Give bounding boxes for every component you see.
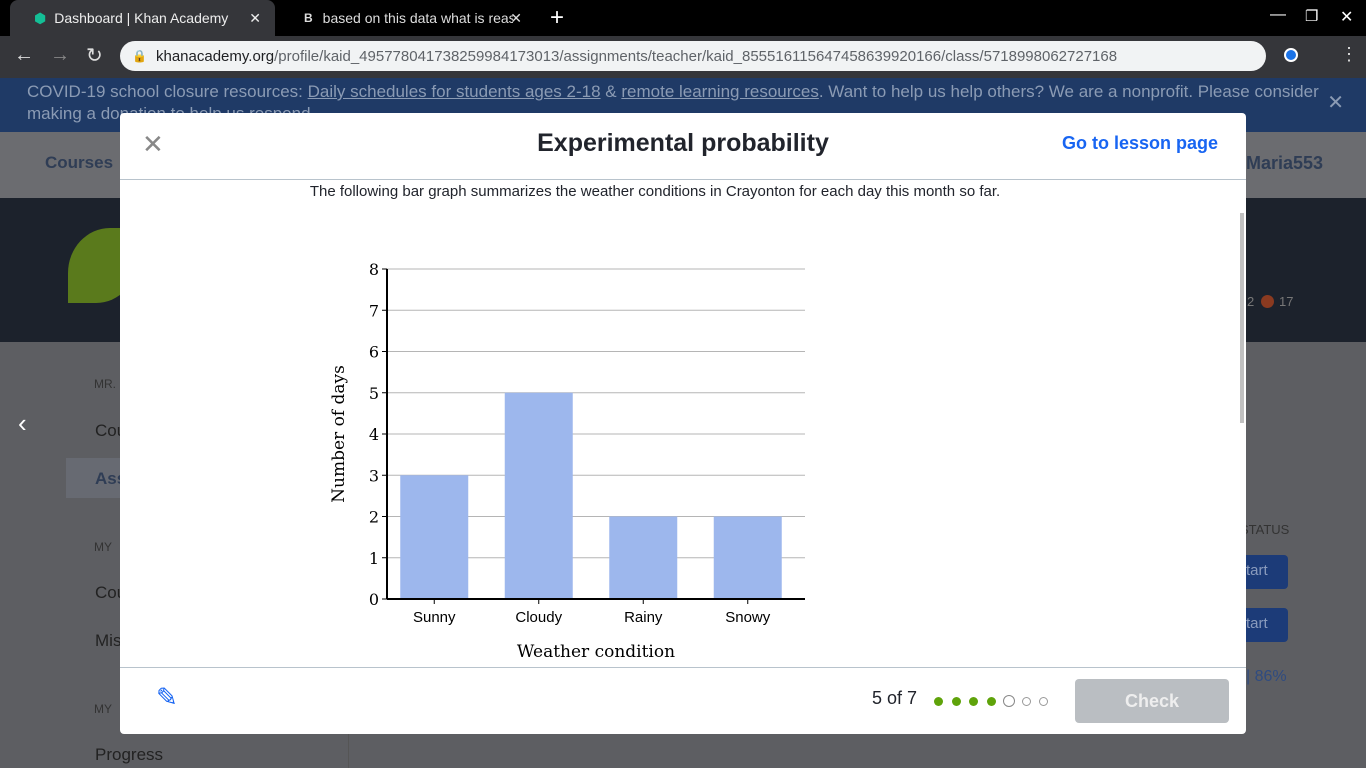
score: | 86%	[1246, 668, 1287, 685]
remote-learning-link[interactable]: remote learning resources	[621, 82, 818, 101]
start-button[interactable]: tart	[1240, 608, 1288, 642]
progress-dot-complete	[934, 697, 943, 706]
close-window-icon[interactable]: ✕	[1340, 7, 1353, 27]
tab-title: Dashboard | Khan Academy	[54, 10, 229, 26]
y-tick-label: 7	[369, 301, 379, 320]
y-tick-label: 3	[369, 466, 379, 485]
user-menu[interactable]: Maria553	[1246, 153, 1323, 174]
y-tick-label: 5	[369, 384, 379, 403]
sidebar-heading: MR.	[94, 377, 116, 391]
y-axis-label: Number of days	[329, 365, 349, 503]
scratchpad-icon[interactable]: ✎	[156, 682, 178, 713]
url-path: /profile/kaid_495778041738259984173013/a…	[274, 47, 1118, 65]
progress-dot-pending	[1039, 697, 1048, 706]
forward-icon[interactable]: →	[50, 44, 70, 67]
banner-text: COVID-19 school closure resources:	[27, 82, 308, 101]
close-tab-icon[interactable]: ✕	[510, 10, 522, 27]
url-domain: khanacademy.org	[156, 47, 275, 65]
progress-dot-current	[1002, 695, 1015, 707]
progress-count: 5 of 7	[872, 688, 918, 708]
chevron-left-icon[interactable]: ‹	[18, 408, 27, 439]
banner-text: &	[600, 82, 622, 101]
brainly-icon: B	[304, 11, 313, 25]
khan-logo-icon: ⬢	[34, 9, 47, 26]
x-tick-label: Sunny	[413, 609, 456, 626]
exercise-modal: ✕ Experimental probability Go to lesson …	[120, 113, 1246, 734]
streak-icon	[1261, 295, 1274, 308]
browser-tab-bar: ⬢ Dashboard | Khan Academy ✕ B based on …	[0, 0, 1366, 36]
profile-icon[interactable]	[1284, 48, 1298, 62]
y-tick-label: 0	[369, 590, 379, 609]
sidebar-heading: MY	[94, 540, 112, 554]
url-field[interactable]: 🔒 khanacademy.org/profile/kaid_495778041…	[120, 41, 1266, 71]
x-tick-label: Rainy	[624, 609, 663, 626]
y-tick-label: 2	[369, 508, 379, 527]
reload-icon[interactable]: ↻	[86, 43, 103, 68]
bar-snowy	[713, 516, 782, 599]
tab-dashboard[interactable]: ⬢ Dashboard | Khan Academy ✕	[10, 0, 275, 36]
tab-brainly[interactable]: B based on this data what is reaso ✕	[280, 0, 530, 36]
x-axis-label: Weather condition	[517, 642, 675, 662]
back-icon[interactable]: ←	[14, 44, 34, 67]
y-tick-label: 8	[369, 260, 379, 279]
y-tick-label: 6	[369, 343, 379, 362]
modal-footer: ✎ 5 of 7 Check	[120, 667, 1246, 734]
y-tick-label: 4	[369, 425, 379, 444]
new-tab-icon[interactable]: +	[550, 4, 564, 32]
x-tick-label: Cloudy	[515, 609, 562, 626]
sidebar-item[interactable]: Mis	[95, 631, 121, 651]
streak-count: 17	[1279, 294, 1294, 309]
minimize-icon[interactable]: —	[1270, 6, 1286, 24]
progress-dot-complete	[969, 697, 978, 706]
start-button[interactable]: tart	[1240, 555, 1288, 589]
lock-icon: 🔒	[132, 49, 147, 63]
close-banner-icon[interactable]: ✕	[1327, 92, 1344, 114]
x-tick-label: Snowy	[725, 609, 771, 626]
menu-icon[interactable]: ⋮	[1340, 44, 1358, 65]
tab-title: based on this data what is reaso	[322, 10, 513, 26]
progress-dot-complete	[951, 697, 961, 706]
bar-sunny	[400, 475, 469, 599]
restore-icon[interactable]: ❐	[1305, 7, 1318, 25]
close-tab-icon[interactable]: ✕	[249, 10, 261, 27]
bar-rainy	[609, 516, 678, 599]
courses-menu[interactable]: Courses	[45, 153, 113, 173]
progress-dot-complete	[986, 697, 996, 706]
y-tick-label: 1	[369, 549, 379, 568]
sidebar-item-progress[interactable]: Progress	[95, 745, 163, 765]
status-header: STATUS	[1240, 522, 1290, 537]
check-button[interactable]: Check	[1075, 679, 1229, 723]
schedules-link[interactable]: Daily schedules for students ages 2-18	[308, 82, 601, 101]
progress-dot-pending	[1021, 697, 1031, 706]
bar-chart: 0 1 2 3 4 5 6 7 8 Sunny Cloudy Rainy Snowy Weather co…	[329, 260, 805, 662]
bar-cloudy	[504, 392, 573, 599]
points: 2	[1247, 294, 1255, 309]
sidebar-heading: MY	[94, 702, 112, 716]
